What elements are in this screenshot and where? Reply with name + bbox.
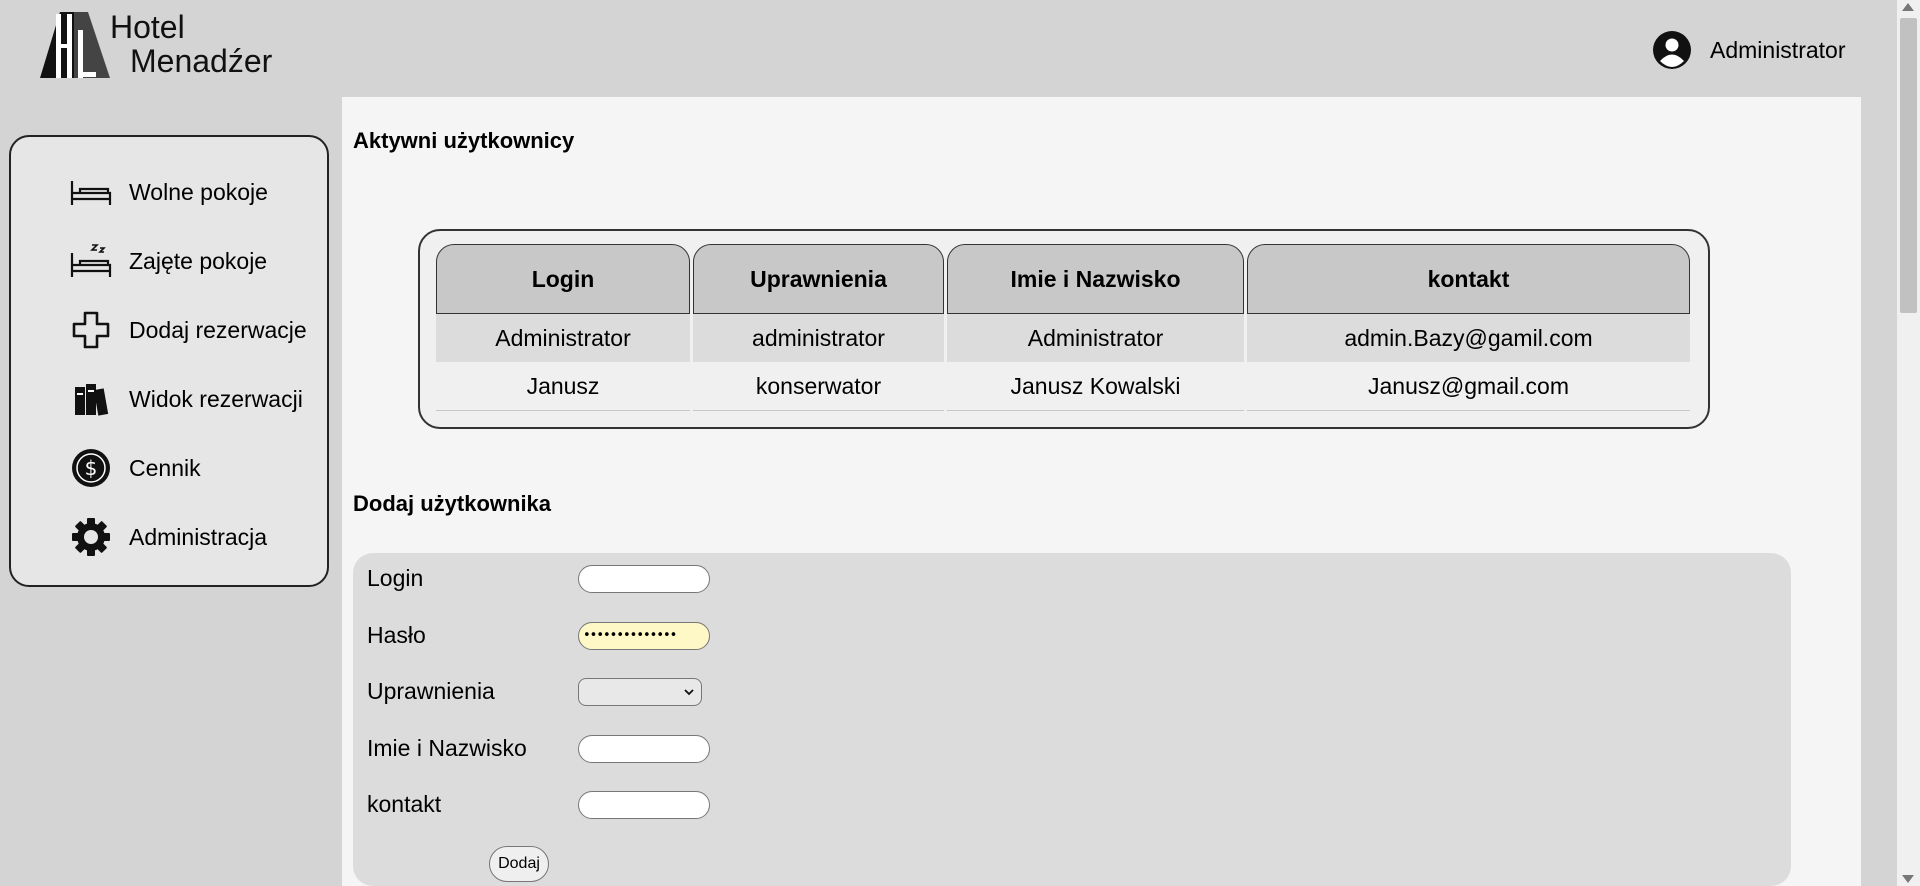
sidebar-item-widok-rezerwacji[interactable]: Widok rezerwacji (69, 374, 303, 424)
active-users-title: Aktywni użytkownicy (353, 128, 575, 153)
scroll-down-icon[interactable] (1902, 875, 1914, 883)
users-table: Login Uprawnienia Imie i Nazwisko kontak… (433, 244, 1693, 411)
table-cell: Janusz@gmail.com (1247, 362, 1690, 411)
dollar-icon: $ (69, 446, 113, 490)
sidebar-item-label: Dodaj rezerwacje (129, 316, 307, 343)
login-input[interactable] (578, 565, 710, 593)
add-user-button[interactable]: Dodaj (489, 846, 549, 882)
column-header-login: Login (436, 244, 690, 314)
plus-icon (69, 308, 113, 352)
add-user-form: Login Hasło •••••••••••••• Uprawnienia I… (353, 553, 1791, 886)
scroll-up-icon[interactable] (1902, 3, 1914, 11)
login-label: Login (367, 565, 424, 591)
scrollbar-thumb[interactable] (1900, 18, 1917, 313)
add-user-title: Dodaj użytkownika (353, 491, 552, 516)
column-header-kontakt: kontakt (1247, 244, 1690, 314)
sidebar-item-dodaj-rezerwacje[interactable]: Dodaj rezerwacje (69, 305, 307, 355)
column-header-imie-nazwisko: Imie i Nazwisko (947, 244, 1244, 314)
table-cell: admin.Bazy@gamil.com (1247, 314, 1690, 362)
bed-icon (69, 170, 113, 214)
sidebar-item-label: Cennik (129, 454, 201, 481)
table-cell: konserwator (693, 362, 944, 411)
app-logo: Hotel Menadźer (38, 10, 298, 82)
sidebar-item-zajete-pokoje[interactable]: Zajęte pokoje (69, 236, 267, 286)
chevron-down-icon (684, 689, 694, 696)
gear-icon (69, 515, 113, 559)
table-cell: Administrator (436, 314, 690, 362)
sidebar-item-wolne-pokoje[interactable]: Wolne pokoje (69, 167, 268, 217)
sleeping-bed-icon (69, 239, 113, 283)
sidebar-item-label: Wolne pokoje (129, 178, 268, 205)
sidebar-item-label: Administracja (129, 523, 268, 550)
books-icon (69, 377, 113, 421)
logo-line-2: Menadźer (130, 43, 273, 79)
user-avatar-icon (1653, 31, 1691, 69)
user-menu[interactable]: Administrator (1652, 28, 1845, 72)
name-label: Imie i Nazwisko (367, 735, 527, 761)
column-header-uprawnienia: Uprawnienia (693, 244, 944, 314)
password-label: Hasło (367, 622, 426, 648)
full-name-input[interactable] (578, 735, 710, 763)
svg-text:$: $ (85, 456, 98, 480)
table-cell: Administrator (947, 314, 1244, 362)
sidebar-item-cennik[interactable]: $ Cennik (69, 443, 201, 493)
user-name: Administrator (1710, 36, 1846, 63)
logo-text: Hotel Menadźer (110, 10, 272, 78)
contact-input[interactable] (578, 791, 710, 819)
sidebar-item-label: Zajęte pokoje (129, 247, 268, 274)
table-row: Administrator administrator Administrato… (436, 314, 1690, 362)
sidebar-nav: Wolne pokoje Zajęte pokoje Dodaj rezerwa… (9, 135, 329, 587)
sidebar-item-label: Widok rezerwacji (129, 385, 303, 412)
table-cell: administrator (693, 314, 944, 362)
role-select[interactable] (578, 678, 702, 706)
password-input[interactable]: •••••••••••••• (578, 622, 710, 650)
main-content: Aktywni użytkownicy Login Uprawnienia Im… (342, 97, 1861, 886)
table-cell: Janusz Kowalski (947, 362, 1244, 411)
users-table-container: Login Uprawnienia Imie i Nazwisko kontak… (418, 229, 1710, 429)
page-scrollbar[interactable] (1897, 0, 1920, 886)
role-label: Uprawnienia (367, 678, 495, 704)
contact-label: kontakt (367, 791, 442, 817)
logo-line-1: Hotel (110, 9, 185, 45)
sidebar-item-administracja[interactable]: Administracja (69, 512, 267, 562)
table-row: Janusz konserwator Janusz Kowalski Janus… (436, 362, 1690, 411)
table-cell: Janusz (436, 362, 690, 411)
logo-mark-icon (40, 12, 110, 78)
